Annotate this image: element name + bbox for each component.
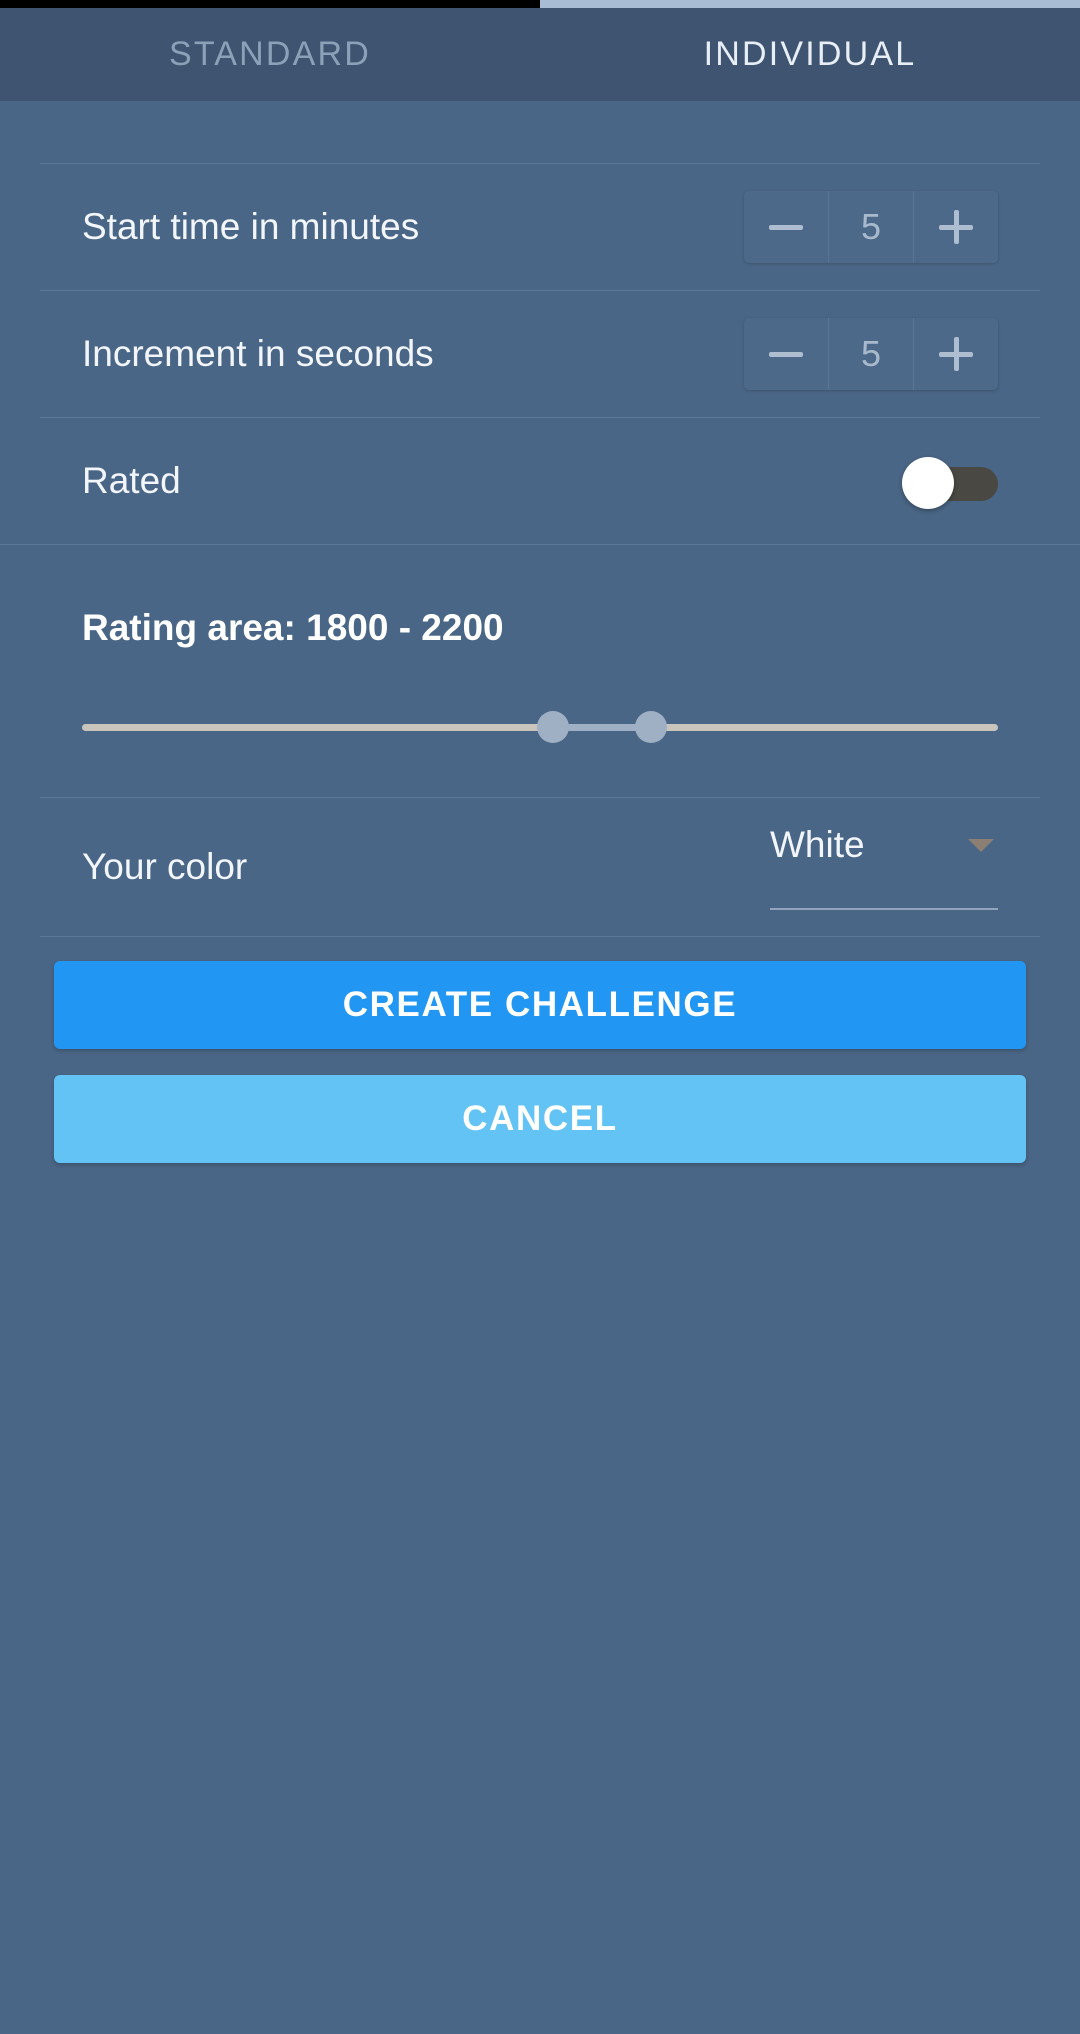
your-color-label: Your color — [82, 846, 248, 887]
tab-individual[interactable]: INDIVIDUAL — [540, 8, 1080, 101]
minus-icon — [769, 210, 803, 244]
active-tab-indicator — [540, 0, 1080, 8]
tab-standard[interactable]: STANDARD — [0, 8, 540, 101]
start-time-value[interactable]: 5 — [829, 191, 914, 263]
rating-area-title: Rating area: 1800 - 2200 — [82, 607, 504, 648]
your-color-value: White — [770, 824, 865, 865]
chevron-down-icon — [968, 838, 994, 852]
increment-value-text: 5 — [860, 333, 882, 374]
toggle-knob — [902, 457, 954, 509]
start-time-label: Start time in minutes — [82, 206, 420, 247]
increment-value[interactable]: 5 — [829, 318, 914, 390]
create-challenge-button[interactable]: CREATE CHALLENGE — [54, 961, 1026, 1049]
increment-increment-button[interactable] — [914, 318, 998, 390]
status-bar-left — [0, 0, 540, 8]
row-start-time: Start time in minutes 5 — [0, 164, 1080, 290]
plus-icon — [939, 337, 973, 371]
slider-thumb-max[interactable] — [635, 711, 667, 743]
cancel-button[interactable]: CANCEL — [54, 1075, 1026, 1163]
row-increment: Increment in seconds 5 — [0, 291, 1080, 417]
increment-decrement-button[interactable] — [744, 318, 829, 390]
start-time-stepper: 5 — [744, 191, 998, 263]
start-time-value-text: 5 — [860, 206, 882, 247]
status-strip — [0, 0, 1080, 8]
dropdown-underline — [770, 908, 998, 910]
row-rated: Rated — [0, 418, 1080, 544]
increment-label: Increment in seconds — [82, 333, 434, 374]
increment-stepper: 5 — [744, 318, 998, 390]
start-time-increment-button[interactable] — [914, 191, 998, 263]
your-color-dropdown[interactable]: White — [770, 824, 998, 910]
tab-individual-label: INDIVIDUAL — [703, 35, 917, 73]
minus-icon — [769, 337, 803, 371]
slider-thumb-min[interactable] — [537, 711, 569, 743]
row-your-color: Your color White — [0, 798, 1080, 936]
start-time-decrement-button[interactable] — [744, 191, 829, 263]
rated-label: Rated — [82, 460, 181, 501]
settings-panel: Start time in minutes 5 Increment in sec… — [0, 101, 1080, 2034]
rating-area-section: Rating area: 1800 - 2200 — [0, 545, 1080, 797]
rated-toggle[interactable] — [902, 455, 998, 509]
tab-bar: STANDARD INDIVIDUAL — [0, 8, 1080, 101]
plus-icon — [939, 210, 973, 244]
tab-standard-label: STANDARD — [168, 35, 372, 73]
action-buttons: CREATE CHALLENGE CANCEL — [0, 937, 1080, 1163]
rating-range-slider[interactable] — [82, 711, 998, 743]
